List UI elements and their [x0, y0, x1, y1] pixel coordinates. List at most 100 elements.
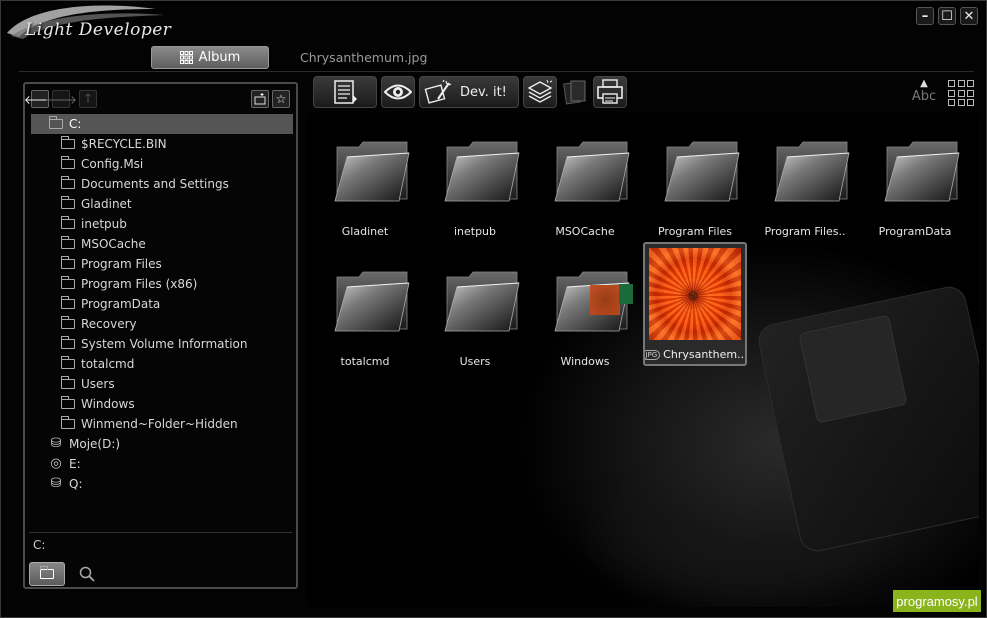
folder-item-label: Gladinet — [341, 225, 389, 238]
folder-icon — [61, 296, 75, 309]
tree-drive[interactable]: ◎ E: — [31, 454, 293, 474]
tree-item-label: ProgramData — [81, 297, 161, 311]
nav-buttons: 🡐 🡒 🡑 — [24, 90, 97, 108]
folder-icon — [61, 196, 75, 209]
tab-album-label: Album — [198, 50, 241, 65]
tree-item[interactable]: System Volume Information — [31, 334, 293, 354]
sort-ascending-icon: ▲ — [920, 78, 928, 89]
image-item-label-row: JPG Chrysanthem... — [645, 348, 745, 361]
folder-item-label: Program Files.. — [764, 225, 846, 238]
folder-icon — [61, 216, 75, 229]
folder-icon — [61, 136, 75, 149]
tree-item-label: Users — [81, 377, 115, 391]
grid-cell-icon — [957, 89, 965, 97]
folder-item[interactable]: Users — [425, 251, 525, 371]
tree-drive[interactable]: ⛁ Q: — [31, 474, 293, 494]
folder-item[interactable]: Windows — [535, 251, 635, 371]
folder-icon — [61, 236, 75, 249]
list-document-icon — [334, 80, 357, 104]
main-toolbar: Dev. it! — [313, 76, 627, 108]
folder-icon — [773, 139, 851, 205]
folder-icon — [553, 139, 631, 205]
folder-icon — [443, 269, 521, 335]
app-window: Light Developer – ☐ ✕ Album Chrysanthemu… — [0, 0, 987, 618]
forward-button[interactable]: 🡒 — [45, 90, 77, 108]
print-button[interactable] — [593, 76, 627, 108]
folder-icon — [49, 116, 63, 129]
folder-item-label: Program Files — [657, 225, 733, 238]
grid-cell-icon — [967, 80, 974, 87]
folder-item[interactable]: ProgramData — [865, 121, 965, 241]
sort-label: Abc — [911, 89, 937, 104]
grid-cell-icon — [967, 99, 974, 106]
tree-item[interactable]: Documents and Settings — [31, 174, 293, 194]
sort-name-button[interactable]: ▲ Abc — [909, 78, 939, 105]
folder-item-label: ProgramData — [878, 225, 952, 238]
folder-item[interactable]: Program Files.. — [755, 121, 855, 241]
folder-item[interactable]: MSOCache — [535, 121, 635, 241]
folder-icon — [40, 566, 54, 579]
batch-button[interactable] — [523, 76, 557, 108]
folder-icon — [61, 376, 75, 389]
tree-item[interactable]: Config.Msi — [31, 154, 293, 174]
eye-icon — [384, 84, 412, 100]
tree-item-label: Documents and Settings — [81, 177, 229, 191]
tree-item[interactable]: MSOCache — [31, 234, 293, 254]
folder-icon — [61, 256, 75, 269]
tree-item-label: Program Files — [81, 257, 162, 271]
grid-cell-icon — [948, 89, 955, 97]
tree-item[interactable]: $RECYCLE.BIN — [31, 134, 293, 154]
minimize-button[interactable]: – — [916, 7, 934, 25]
folder-item[interactable]: Program Files — [645, 121, 745, 241]
arrow-up-icon: 🡑 — [84, 90, 92, 105]
develop-button[interactable]: Dev. it! — [419, 76, 519, 108]
folder-item[interactable]: Gladinet — [315, 121, 415, 241]
tree-item-label: Config.Msi — [81, 157, 144, 171]
browse-mode-button[interactable] — [29, 562, 65, 586]
tree-item[interactable]: inetpub — [31, 214, 293, 234]
preview-button[interactable] — [381, 76, 415, 108]
folder-item-label: totalcmd — [340, 355, 390, 368]
tree-item[interactable]: Recovery — [31, 314, 293, 334]
minimize-icon: – — [921, 8, 929, 24]
folder-tree-panel: 🡐 🡒 🡑 ☆ C: $RECYCLE.BIN Config.Msi Docum… — [23, 82, 298, 589]
folder-icon — [663, 139, 741, 205]
maximize-button[interactable]: ☐ — [938, 7, 956, 25]
search-mode-button[interactable] — [77, 564, 97, 584]
tree-drive[interactable]: ⛁ Moje(D:) — [31, 434, 293, 454]
tree-item[interactable]: Gladinet — [31, 194, 293, 214]
folder-icon — [61, 156, 75, 169]
tab-file[interactable]: Chrysanthemum.jpg — [300, 50, 427, 65]
tree-item[interactable]: ProgramData — [31, 294, 293, 314]
up-button[interactable]: 🡑 — [79, 90, 97, 108]
folder-item-label: MSOCache — [555, 225, 615, 238]
close-icon: ✕ — [963, 8, 975, 24]
grid-cell-icon — [948, 80, 955, 87]
close-button[interactable]: ✕ — [960, 7, 978, 25]
search-icon — [79, 566, 95, 582]
folder-item[interactable]: totalcmd — [315, 251, 415, 371]
tree-root[interactable]: C: — [31, 114, 293, 134]
tree-item[interactable]: Winmend~Folder~Hidden — [31, 414, 293, 434]
tree-item[interactable]: totalcmd — [31, 354, 293, 374]
new-folder-button[interactable] — [251, 90, 269, 108]
folder-preview-thumb — [590, 285, 620, 315]
list-view-button[interactable] — [313, 76, 377, 108]
tree-item-label: $RECYCLE.BIN — [81, 137, 167, 151]
grid-cell-icon — [957, 80, 965, 87]
tree-item-label: totalcmd — [81, 357, 135, 371]
tree-item[interactable]: Users — [31, 374, 293, 394]
thumbnail-grid-button[interactable] — [948, 80, 974, 106]
favorites-button[interactable]: ☆ — [272, 90, 290, 108]
tree-item[interactable]: Windows — [31, 394, 293, 414]
tree-item[interactable]: Program Files (x86) — [31, 274, 293, 294]
folder-icon — [61, 276, 75, 289]
folder-icon — [61, 396, 75, 409]
image-item[interactable]: JPG Chrysanthem... — [643, 242, 747, 366]
tab-album[interactable]: Album — [151, 46, 269, 69]
tree-item[interactable]: Program Files — [31, 254, 293, 274]
folder-item-label: Windows — [560, 355, 610, 368]
tree-item-label: inetpub — [81, 217, 127, 231]
folder-item[interactable]: inetpub — [425, 121, 525, 241]
tree-item-label: C: — [69, 117, 82, 131]
